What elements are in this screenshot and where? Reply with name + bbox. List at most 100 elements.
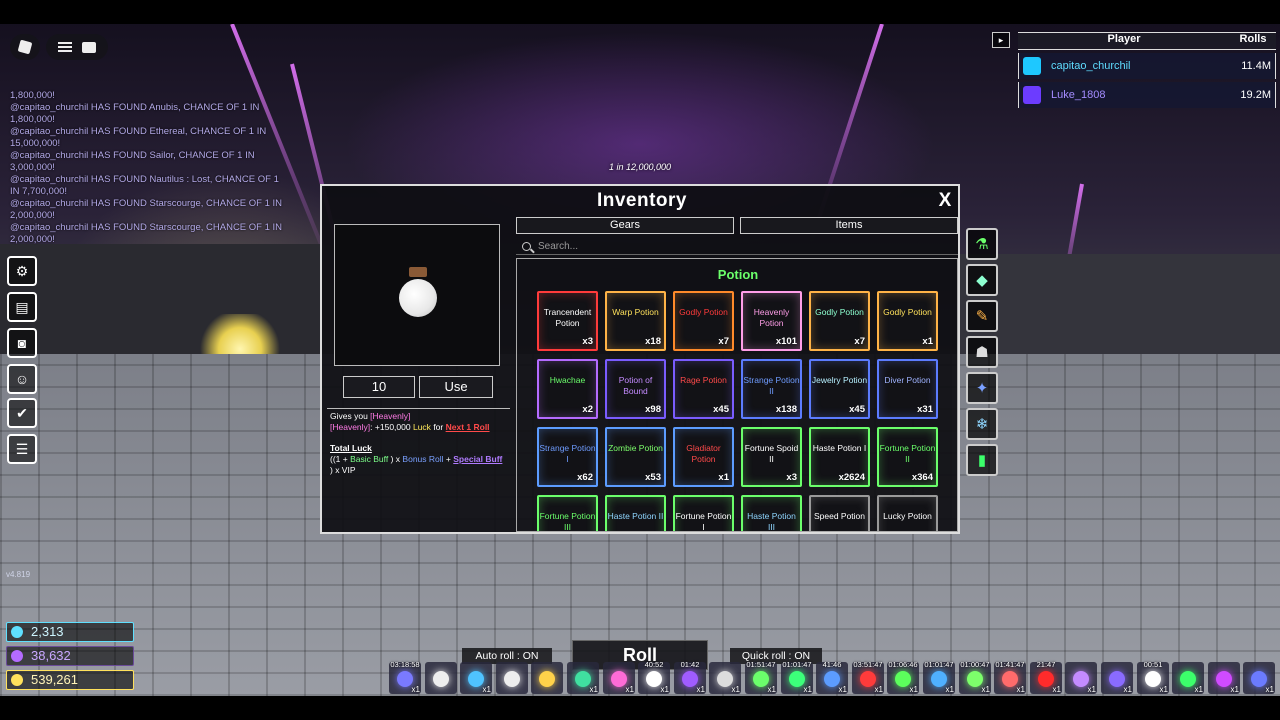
scroll-icon[interactable]: ✎ xyxy=(966,300,998,332)
potion-icon[interactable]: ⚗ xyxy=(966,228,998,260)
player-name: Luke_1808 xyxy=(1051,89,1106,101)
buff-slot[interactable]: 01:01:47 x1 xyxy=(923,660,955,694)
quantity-input[interactable]: 10 xyxy=(343,376,415,398)
list-icon[interactable]: ☰ xyxy=(7,434,37,464)
potion-slot[interactable]: Fortune Spoid II x3 xyxy=(741,427,802,487)
potion-slot[interactable]: Diver Potion x31 xyxy=(877,359,938,419)
buff-slot[interactable]: 01:51:47 x1 xyxy=(745,660,777,694)
desc-text: Gives you xyxy=(330,411,368,421)
menu-chat-buttons[interactable] xyxy=(46,34,108,60)
buff-count: x1 xyxy=(945,685,954,694)
potion-slot[interactable]: Heavenly Potion x101 xyxy=(741,291,802,351)
potion-slot[interactable]: Lucky Potion xyxy=(877,495,938,531)
roblox-menu-button[interactable] xyxy=(10,34,40,60)
leaderboard-row[interactable]: Luke_1808 19.2M xyxy=(1018,82,1276,108)
potion-slot[interactable]: Jewelry Potion x45 xyxy=(809,359,870,419)
star-icon[interactable]: ✦ xyxy=(966,372,998,404)
buff-slot[interactable]: x1 xyxy=(1208,662,1240,694)
tab-items[interactable]: Items xyxy=(740,217,958,234)
buff-slot[interactable]: x1 xyxy=(1065,662,1097,694)
book-icon[interactable]: ▤ xyxy=(7,292,37,322)
buff-slot[interactable]: x1 xyxy=(460,662,492,694)
potion-slot[interactable]: Fortune Potion II x364 xyxy=(877,427,938,487)
potion-slot[interactable]: Strange Potion I x62 xyxy=(537,427,598,487)
buff-slot[interactable]: x1 xyxy=(709,662,741,694)
buff-slot[interactable]: 00:51 x1 xyxy=(1137,660,1169,694)
desc-text: Bonus Roll xyxy=(402,454,444,464)
desc-text: Next 1 Roll xyxy=(445,422,490,432)
potion-slot[interactable]: Strange Potion II x138 xyxy=(741,359,802,419)
camera-icon[interactable]: ◙ xyxy=(7,328,37,358)
buff-count: x1 xyxy=(981,685,990,694)
potion-name: Gladiator Potion xyxy=(686,443,721,464)
search-input[interactable]: Search... xyxy=(516,238,958,255)
buff-slot[interactable] xyxy=(496,662,528,694)
potion-slot[interactable]: Gladiator Potion x1 xyxy=(673,427,734,487)
buff-count: x1 xyxy=(1052,685,1061,694)
buff-slot[interactable]: 41:46 x1 xyxy=(816,660,848,694)
avatar xyxy=(1023,57,1041,75)
buff-slot[interactable]: 01:42 x1 xyxy=(674,660,706,694)
tab-gears[interactable]: Gears xyxy=(516,217,734,234)
potion-slot[interactable]: Hwachae x2 xyxy=(537,359,598,419)
buff-slot[interactable]: 01:06:46 x1 xyxy=(887,660,919,694)
potion-slot[interactable]: Haste Potion III xyxy=(741,495,802,531)
potion-slot[interactable]: Haste Potion II xyxy=(605,495,666,531)
potion-slot[interactable]: Potion of Bound x98 xyxy=(605,359,666,419)
buff-slot[interactable]: 21:47 x1 xyxy=(1030,660,1062,694)
battery-icon[interactable]: ▮ xyxy=(966,444,998,476)
buff-slot[interactable]: x1 xyxy=(567,662,599,694)
potion-name: Rage Potion xyxy=(680,375,727,385)
leaderboard-row[interactable]: capitao_churchil 11.4M xyxy=(1018,53,1276,79)
potion-slot[interactable]: Trancendent Potion x3 xyxy=(537,291,598,351)
potion-count: x53 xyxy=(645,472,661,483)
currency-value: 38,632 xyxy=(31,648,71,663)
buff-slot[interactable] xyxy=(531,662,563,694)
potion-count: x1 xyxy=(718,472,729,483)
buff-slot[interactable]: 03:18:58 x1 xyxy=(389,660,421,694)
points-icon xyxy=(11,650,23,662)
buff-timer: 01:01:47 xyxy=(924,660,954,669)
chat-message: @capitao_churchil HAS FOUND Starscourge,… xyxy=(10,198,283,221)
buff-slot[interactable]: 03:51:47 x1 xyxy=(852,660,884,694)
potion-slot[interactable]: Zombie Potion x53 xyxy=(605,427,666,487)
player-rolls: 19.2M xyxy=(1240,89,1271,101)
buff-slot[interactable]: x1 xyxy=(1243,662,1275,694)
potion-icon xyxy=(399,267,437,317)
potion-slot[interactable]: Fortune Potion III xyxy=(537,495,598,531)
ghost-icon[interactable]: ☗ xyxy=(966,336,998,368)
profile-icon[interactable]: ☺ xyxy=(7,364,37,394)
use-button[interactable]: Use xyxy=(419,376,493,398)
buff-slot[interactable]: 01:41:47 x1 xyxy=(994,660,1026,694)
potion-slot[interactable]: Rage Potion x45 xyxy=(673,359,734,419)
potion-name: Lucky Potion xyxy=(883,511,932,521)
potion-count: x18 xyxy=(645,336,661,347)
quest-icon[interactable]: ✔ xyxy=(7,398,37,428)
potion-slot[interactable]: Haste Potion I x2624 xyxy=(809,427,870,487)
buff-slot[interactable]: x1 xyxy=(1101,662,1133,694)
leaderboard-toggle-icon[interactable]: ▸ xyxy=(992,32,1010,48)
chat-message: 1,800,000! xyxy=(10,90,55,101)
potion-slot[interactable]: Godly Potion x7 xyxy=(809,291,870,351)
buff-slot[interactable]: 01:01:47 x1 xyxy=(781,660,813,694)
potion-slot[interactable]: Godly Potion x1 xyxy=(877,291,938,351)
snowflake-icon[interactable]: ❄ xyxy=(966,408,998,440)
player-rolls: 11.4M xyxy=(1241,60,1271,72)
buff-count: x1 xyxy=(625,685,634,694)
crystal-icon[interactable]: ◆ xyxy=(966,264,998,296)
inventory-window: Inventory X 10 Use Gives you [Heavenly] … xyxy=(320,184,960,534)
potion-slot[interactable]: Godly Potion x7 xyxy=(673,291,734,351)
potion-slot[interactable]: Fortune Potion I xyxy=(673,495,734,531)
potion-slot[interactable]: Speed Potion xyxy=(809,495,870,531)
close-button[interactable]: X xyxy=(934,190,956,212)
buff-slot[interactable] xyxy=(425,662,457,694)
buff-slot[interactable]: x1 xyxy=(603,662,635,694)
buff-slot[interactable]: x1 xyxy=(1172,662,1204,694)
chat-icon[interactable] xyxy=(82,41,96,53)
hamburger-icon[interactable] xyxy=(58,42,72,52)
settings-icon[interactable]: ⚙ xyxy=(7,256,37,286)
potion-slot[interactable]: Warp Potion x18 xyxy=(605,291,666,351)
buff-slot[interactable]: 01:00:47 x1 xyxy=(959,660,991,694)
buff-slot[interactable]: 40:52 x1 xyxy=(638,660,670,694)
potion-name: Strange Potion I xyxy=(539,443,596,464)
